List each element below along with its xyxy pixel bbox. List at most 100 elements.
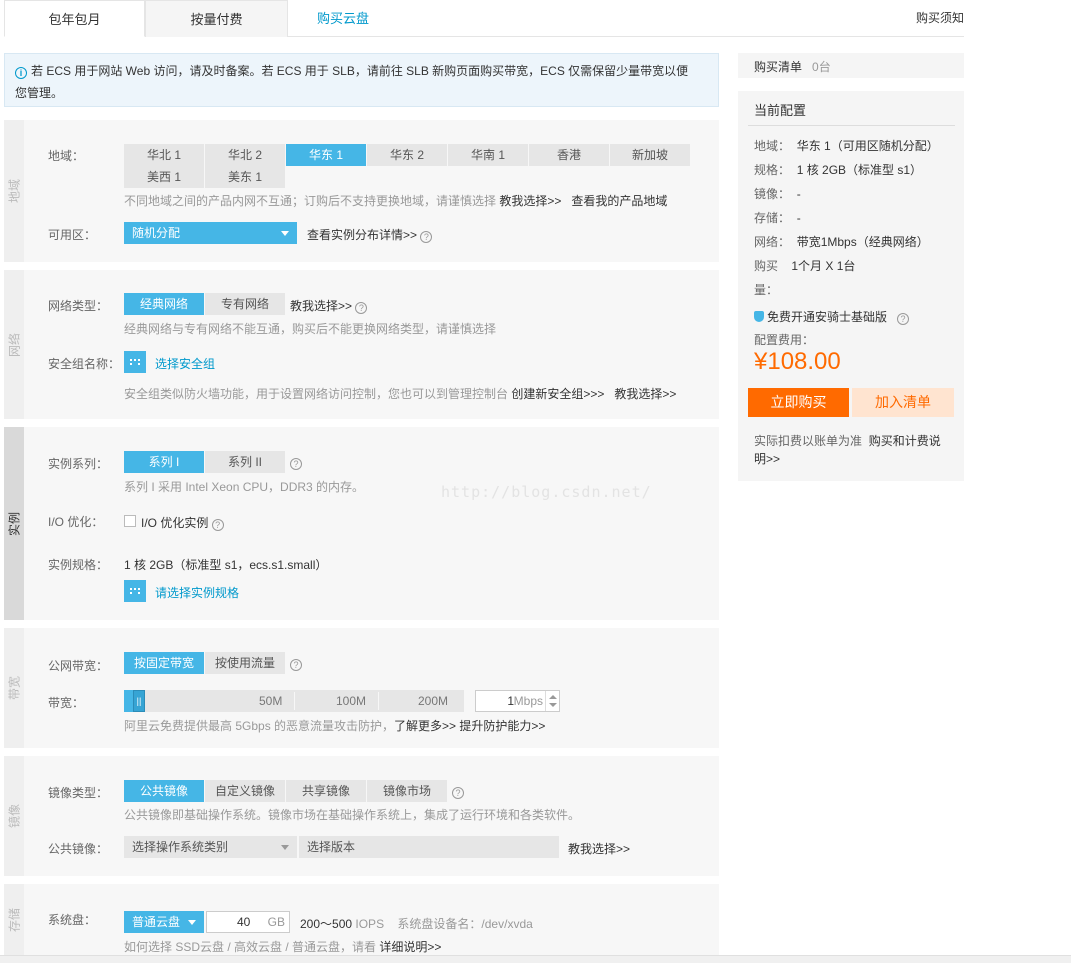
section-tab-instance[interactable]: 实例 (4, 427, 24, 620)
region-option[interactable]: 新加坡 (610, 144, 690, 166)
help-icon[interactable]: ? (211, 519, 224, 531)
disk-hint: 如何选择 SSD云盘 / 高效云盘 / 普通云盘，请看 详细说明>> (124, 940, 442, 954)
notice-line1: 若 ECS 用于网站 Web 访问，请及时备案。若 ECS 用于 SLB，请前往… (31, 64, 689, 78)
network-help: 教我选择>> ? (290, 297, 368, 314)
image-help-link[interactable]: 教我选择>> (568, 842, 630, 856)
cart-panel: 购买清单 0台 (738, 53, 964, 78)
section-tab-image[interactable]: 镜像 (4, 756, 24, 876)
config-panel: 当前配置 地域： 华东 1（可用区随机分配） 规格： 1 核 2GB（标准型 s… (738, 91, 964, 481)
bandwidth-slider[interactable]: 50M 100M 200M || (124, 690, 464, 712)
section-tab-storage[interactable]: 存储 (4, 884, 24, 955)
tab-monthly[interactable]: 包年包月 (4, 0, 145, 37)
help-icon[interactable]: ? (355, 302, 368, 314)
bandwidth-input[interactable]: 1 Mbps (475, 690, 560, 712)
learn-more-link[interactable]: 了解更多>> (394, 719, 456, 733)
bandwidth-option-traffic[interactable]: 按使用流量 (205, 652, 285, 674)
region-option[interactable]: 华南 1 (448, 144, 528, 166)
spec-value: 1 核 2GB（标准型 s1，ecs.s1.small） (124, 558, 328, 572)
billing-info-link[interactable]: 购买和计费说 (869, 434, 941, 448)
chevron-down-icon (281, 845, 289, 850)
slider-divider (294, 692, 295, 710)
grid-icon[interactable] (124, 351, 146, 373)
network-option-classic[interactable]: 经典网络 (124, 293, 204, 315)
tab-buy-disk[interactable]: 购买云盘 (288, 0, 398, 37)
image-option-custom[interactable]: 自定义镜像 (205, 780, 285, 802)
region-option[interactable]: 华北 2 (205, 144, 285, 166)
security-group-hint: 安全组类似防火墙功能，用于设置网络访问控制，您也可以到管理控制台 创建新安全组>… (124, 387, 677, 401)
series-option-1[interactable]: 系列 I (124, 451, 204, 473)
bandwidth-option-fixed[interactable]: 按固定带宽 (124, 652, 204, 674)
grid-icon[interactable] (124, 580, 146, 602)
section-tab-region[interactable]: 地域 (4, 120, 24, 262)
region-label: 地域： (48, 149, 85, 163)
region-option-selected[interactable]: 华东 1 (286, 144, 366, 166)
zone-detail-link[interactable]: 查看实例分布详情>> (307, 228, 417, 242)
iops-info: 200～500 IOPS 系统盘设备名：/dev/xvda (300, 917, 533, 931)
slider-tick: 100M (336, 694, 367, 708)
region-help-link[interactable]: 教我选择>> (499, 194, 561, 208)
disk-type-select[interactable]: 普通云盘 (124, 911, 204, 933)
system-disk-label: 系统盘： (48, 913, 97, 927)
billing-info-link-cont[interactable]: 明>> (754, 450, 780, 467)
slider-divider (378, 692, 379, 710)
region-option[interactable]: 华东 2 (367, 144, 447, 166)
network-option-vpc[interactable]: 专有网络 (205, 293, 285, 315)
region-option[interactable]: 美西 1 (124, 166, 204, 188)
add-to-cart-button[interactable]: 加入清单 (852, 388, 954, 417)
info-icon: i (15, 67, 27, 79)
os-category-select[interactable]: 选择操作系统类别 (124, 836, 297, 858)
select-spec-button[interactable]: 请选择实例规格 (155, 584, 239, 601)
network-help-link[interactable]: 教我选择>> (290, 299, 352, 313)
config-row: 镜像： - (754, 187, 801, 201)
storage-section: 存储 系统盘： 普通云盘 40 GB 200～500 IOPS 系统盘设备名：/… (4, 884, 719, 955)
image-option-market[interactable]: 镜像市场 (367, 780, 447, 802)
zone-detail: 查看实例分布详情>> ? (307, 226, 433, 243)
chevron-down-icon (188, 920, 196, 925)
region-option[interactable]: 香港 (529, 144, 609, 166)
tab-pay-as-you-go[interactable]: 按量付费 (145, 0, 288, 37)
io-label: I/O 优化： (48, 515, 104, 529)
cart-summary[interactable]: 购买清单 0台 (754, 58, 831, 75)
public-image-label: 公共镜像： (48, 842, 109, 856)
chevron-down-icon (281, 231, 289, 236)
slider-handle[interactable]: || (133, 690, 145, 712)
help-icon[interactable]: ? (290, 659, 302, 671)
region-option[interactable]: 美东 1 (205, 166, 285, 188)
slider-tick: 50M (259, 694, 283, 708)
zone-select[interactable]: 随机分配 (124, 222, 297, 244)
security-group-help-link[interactable]: 教我选择>> (614, 387, 676, 401)
os-version-select[interactable]: 选择版本 (299, 836, 559, 858)
stepper-icon[interactable] (545, 691, 559, 711)
buy-now-button[interactable]: 立即购买 (748, 388, 849, 417)
image-section: 镜像 镜像类型： 公共镜像 自定义镜像 共享镜像 镜像市场 ? 公共镜像即基础操… (4, 756, 719, 876)
my-regions-link[interactable]: 查看我的产品地域 (571, 194, 667, 208)
image-type-label: 镜像类型： (48, 786, 109, 800)
series-label: 实例系列： (48, 457, 109, 471)
section-tab-network[interactable]: 网络 (4, 270, 24, 419)
help-icon[interactable]: ? (290, 458, 302, 470)
disk-detail-link[interactable]: 详细说明>> (379, 940, 441, 954)
region-option[interactable]: 华北 1 (124, 144, 204, 166)
io-optimized-checkbox[interactable] (124, 515, 136, 527)
bandwidth-section: 带宽 公网带宽： 按固定带宽 按使用流量 ? 带宽： 50M 100M 200M… (4, 628, 719, 748)
upgrade-protection-link[interactable]: 提升防护能力>> (459, 719, 545, 733)
help-icon[interactable]: ? (452, 787, 464, 799)
help-icon[interactable]: ? (897, 313, 910, 325)
disk-size-input[interactable]: 40 GB (206, 911, 290, 933)
watermark: http://blog.csdn.net/ (441, 483, 652, 501)
bandwidth-label: 带宽： (48, 696, 85, 710)
buy-notice-link[interactable]: 购买须知 (916, 0, 964, 37)
instance-section: 实例 实例系列： 系列 I 系列 II ? 系列 I 采用 Intel Xeon… (4, 427, 719, 620)
series-option-2[interactable]: 系列 II (205, 451, 285, 473)
help-icon[interactable]: ? (420, 231, 433, 243)
divider (748, 125, 955, 126)
config-row: 量： (754, 283, 779, 297)
image-option-shared[interactable]: 共享镜像 (286, 780, 366, 802)
section-tab-bandwidth[interactable]: 带宽 (4, 628, 24, 748)
config-row: 网络： 带宽1Mbps（经典网络） (754, 235, 929, 249)
horizontal-scrollbar[interactable] (0, 955, 1071, 963)
create-security-group-link[interactable]: 创建新安全组>>> (511, 387, 604, 401)
image-option-public[interactable]: 公共镜像 (124, 780, 204, 802)
billing-note: 实际扣费以账单为准 购买和计费说 (754, 434, 941, 448)
select-security-group-button[interactable]: 选择安全组 (155, 355, 215, 372)
